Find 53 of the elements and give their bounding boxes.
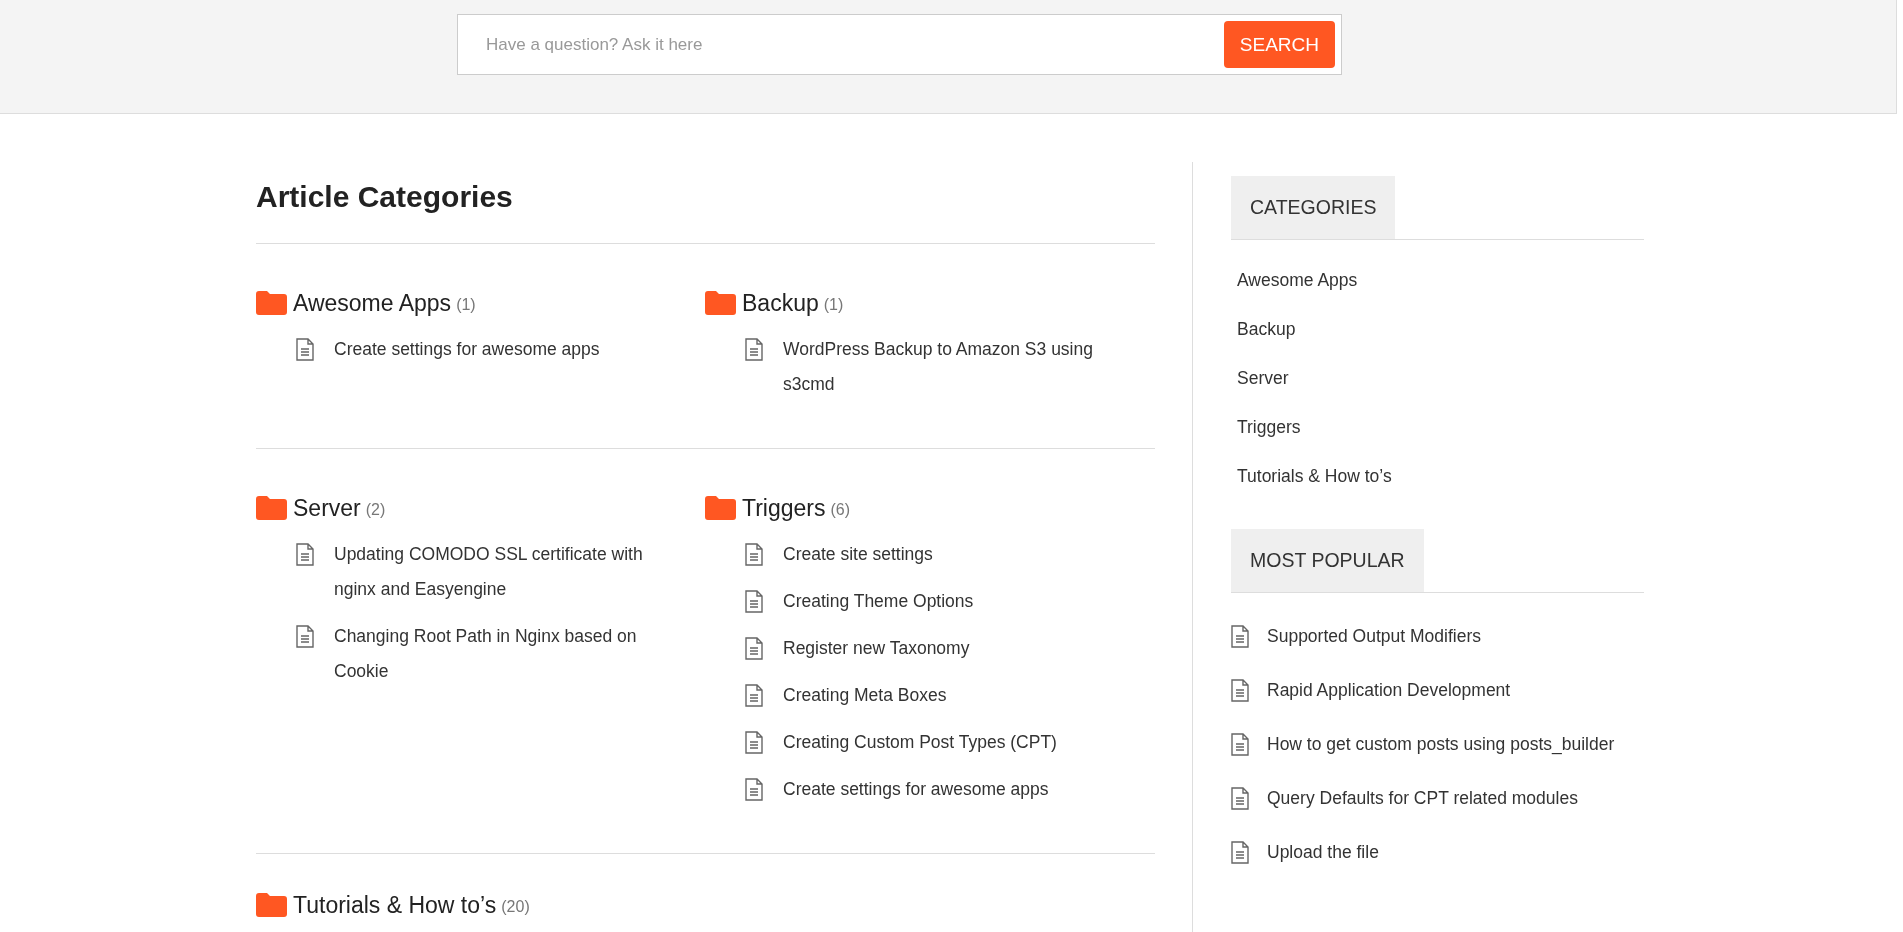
article-link[interactable]: Create settings for awesome apps — [783, 772, 1049, 807]
article-link[interactable]: Updating COMODO SSL certificate with nginx and Easyengine — [334, 537, 679, 607]
article-link[interactable]: Upload the file — [1267, 841, 1379, 863]
folder-icon — [256, 893, 287, 917]
article-link[interactable]: Register new Taxonomy — [783, 631, 970, 666]
article-link[interactable]: Creating Meta Boxes — [783, 678, 947, 713]
article-link[interactable]: How to get custom posts using posts_builder — [1267, 733, 1615, 755]
category-link[interactable]: Triggers — [742, 494, 826, 522]
document-icon — [745, 543, 763, 566]
article-link[interactable]: Changing Root Path in Nginx based on Cookie — [334, 619, 679, 689]
document-icon — [296, 338, 314, 361]
article-link[interactable]: Supported Output Modifiers — [1267, 625, 1481, 647]
document-icon — [1231, 732, 1249, 756]
category-link[interactable]: Server — [1231, 354, 1295, 403]
document-icon — [296, 543, 314, 566]
article-link[interactable]: WordPress Backup to Amazon S3 using s3cmd — [783, 332, 1128, 402]
document-icon — [745, 778, 763, 801]
document-icon — [1231, 786, 1249, 810]
category-link[interactable]: Awesome Apps — [293, 289, 452, 317]
category-link[interactable]: Triggers — [1231, 403, 1307, 452]
article-count: (20) — [501, 896, 530, 916]
widget-title: MOST POPULAR — [1231, 529, 1424, 592]
article-count: (2) — [365, 499, 386, 519]
article-link[interactable]: Creating Custom Post Types (CPT) — [783, 725, 1057, 760]
folder-icon — [256, 496, 287, 520]
folder-icon — [256, 291, 287, 315]
document-icon — [745, 684, 763, 707]
document-icon — [745, 338, 763, 361]
article-link[interactable]: Create settings for awesome apps — [334, 332, 600, 367]
category-link[interactable]: Server — [293, 494, 361, 522]
article-count: (1) — [823, 294, 844, 314]
document-icon — [296, 625, 314, 648]
page-title: Article Categories — [256, 180, 1155, 244]
widget-title: CATEGORIES — [1231, 176, 1396, 239]
folder-icon — [705, 496, 736, 520]
category-link[interactable]: Backup — [1231, 305, 1302, 354]
article-count: (6) — [830, 499, 851, 519]
document-icon — [745, 731, 763, 754]
document-icon — [1231, 840, 1249, 864]
document-icon — [745, 590, 763, 613]
article-link[interactable]: Creating Theme Options — [783, 584, 974, 619]
article-count: (1) — [456, 294, 476, 314]
category-link[interactable]: Awesome Apps — [1231, 256, 1364, 305]
article-link[interactable]: Rapid Application Development — [1267, 679, 1511, 701]
document-icon — [1231, 678, 1249, 702]
article-link[interactable]: Create site settings — [783, 537, 933, 572]
category-link[interactable]: Backup — [742, 289, 819, 317]
document-icon — [1231, 624, 1249, 648]
document-icon — [745, 637, 763, 660]
category-link[interactable]: Tutorials & How to’s — [1231, 452, 1398, 501]
folder-icon — [705, 291, 736, 315]
article-link[interactable]: Query Defaults for CPT related modules — [1267, 787, 1578, 809]
category-link[interactable]: Tutorials & How to’s — [293, 891, 497, 919]
